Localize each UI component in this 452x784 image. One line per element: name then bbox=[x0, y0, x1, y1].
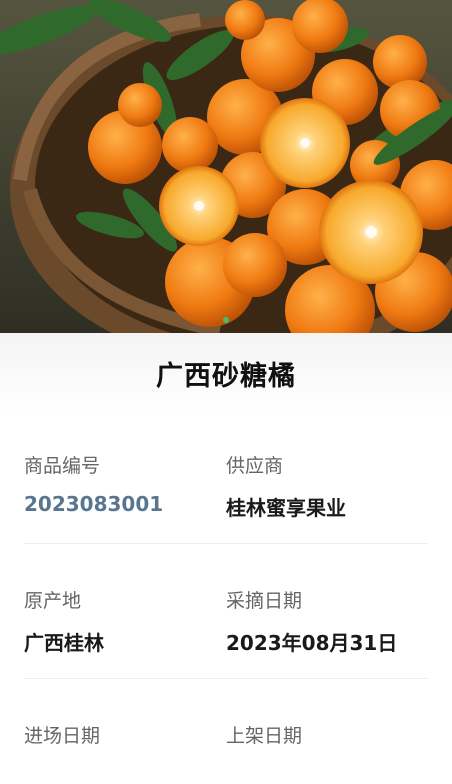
info-row: 商品编号 2023083001 供应商 桂林蜜享果业 bbox=[24, 413, 428, 544]
product-title-bar: 广西砂糖橘 bbox=[0, 333, 452, 413]
product-code-value: 2023083001 bbox=[24, 492, 164, 516]
entry-date-field: 进场日期 bbox=[24, 721, 226, 762]
oranges-photo bbox=[0, 0, 452, 333]
picking-date-field: 采摘日期 2023年08月31日 bbox=[226, 586, 428, 656]
shelf-date-field: 上架日期 bbox=[226, 721, 428, 762]
product-title: 广西砂糖橘 bbox=[156, 360, 296, 392]
carousel-indicator bbox=[0, 317, 452, 323]
info-row: 原产地 广西桂林 采摘日期 2023年08月31日 bbox=[24, 544, 428, 679]
origin-field: 原产地 广西桂林 bbox=[24, 586, 226, 656]
carousel-dot-active[interactable] bbox=[223, 317, 229, 323]
supplier-field: 供应商 桂林蜜享果业 bbox=[226, 451, 428, 521]
picking-date-value: 2023年08月31日 bbox=[226, 631, 398, 655]
product-code-field: 商品编号 2023083001 bbox=[24, 451, 226, 521]
info-row: 进场日期 上架日期 bbox=[24, 679, 428, 784]
product-code-label: 商品编号 bbox=[24, 455, 101, 477]
product-info: 商品编号 2023083001 供应商 桂林蜜享果业 原产地 广西桂林 采摘日期… bbox=[0, 413, 452, 784]
entry-date-label: 进场日期 bbox=[24, 725, 101, 747]
shelf-date-label: 上架日期 bbox=[226, 725, 303, 747]
picking-date-label: 采摘日期 bbox=[226, 590, 303, 612]
supplier-label: 供应商 bbox=[226, 455, 284, 477]
origin-label: 原产地 bbox=[24, 590, 82, 612]
supplier-value: 桂林蜜享果业 bbox=[226, 496, 346, 520]
product-image[interactable] bbox=[0, 0, 452, 333]
origin-value: 广西桂林 bbox=[24, 631, 104, 655]
